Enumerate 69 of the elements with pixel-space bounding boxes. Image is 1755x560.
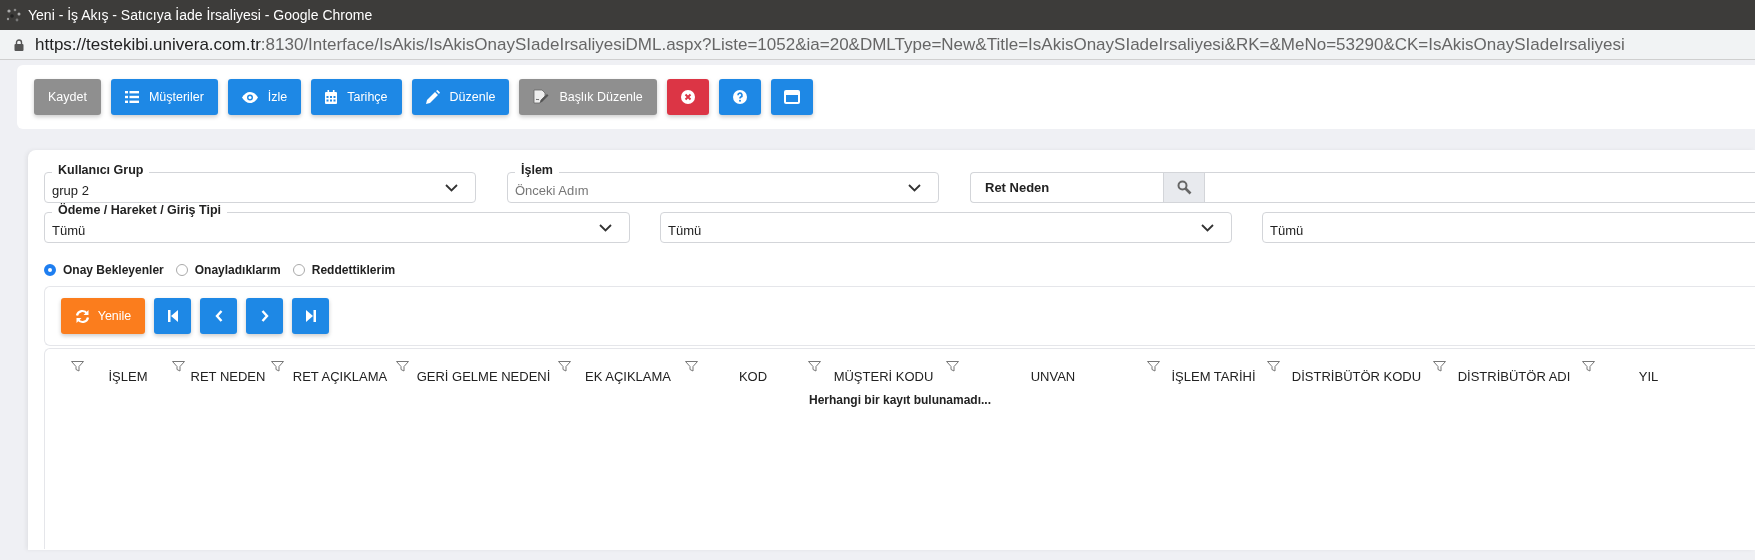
column-header[interactable]: MÜŞTERİ KODU	[821, 369, 946, 384]
search-button[interactable]	[1163, 171, 1205, 203]
calendar-icon	[325, 90, 338, 104]
field-label: Ret Neden	[970, 171, 1163, 203]
pager-button[interactable]	[200, 298, 237, 334]
filter-icon[interactable]	[1267, 361, 1280, 372]
toolbar-button[interactable]	[770, 79, 813, 115]
column-header[interactable]: DİSTRİBÜTÖR KODU	[1280, 369, 1433, 384]
document-edit-icon	[533, 89, 550, 105]
column-header[interactable]: İŞLEM	[84, 369, 172, 384]
column-header[interactable]: İŞLEM TARİHİ	[1160, 369, 1267, 384]
next-icon	[260, 310, 269, 322]
list-icon	[124, 91, 139, 103]
close-icon	[680, 90, 695, 104]
radio-label[interactable]: Reddettiklerim	[311, 263, 396, 277]
radio-label[interactable]: Onay Bekleyenler	[63, 263, 164, 277]
pager-button[interactable]	[292, 298, 329, 334]
column-header[interactable]: UNVAN	[959, 369, 1147, 384]
chevron-down-icon	[908, 183, 921, 192]
refresh-icon	[74, 308, 90, 324]
radio-button[interactable]	[44, 264, 56, 276]
column-header[interactable]: KOD	[698, 369, 808, 384]
filter-icon[interactable]	[946, 361, 959, 372]
dropdown[interactable]: Tümü	[660, 211, 1232, 243]
filter-icon[interactable]	[172, 361, 185, 372]
filter-icon[interactable]	[271, 361, 284, 372]
help-icon	[732, 90, 747, 104]
close-button[interactable]	[666, 79, 709, 115]
toolbar-button[interactable]: İzle	[227, 79, 302, 115]
filter-icon[interactable]	[685, 361, 698, 372]
toolbar-button[interactable]: Düzenle	[411, 79, 510, 115]
radio-label[interactable]: Onayladıklarım	[194, 263, 281, 277]
chevron-down-icon	[599, 223, 612, 232]
help-button[interactable]	[718, 79, 761, 115]
filter-icon[interactable]	[396, 361, 409, 372]
filter-icon[interactable]	[1147, 361, 1160, 372]
last-page-icon	[305, 310, 316, 322]
filter-icon[interactable]	[558, 361, 571, 372]
dropdown[interactable]: Tümü	[1262, 211, 1755, 243]
chevron-down-icon	[445, 183, 458, 192]
filter-icon[interactable]	[808, 361, 821, 372]
chevron-down-icon	[1201, 223, 1214, 232]
column-header[interactable]: GERİ GELME NEDENİ	[409, 369, 558, 384]
toolbar-button[interactable]: Müşteriler	[110, 79, 218, 115]
column-header[interactable]: DİSTRİBÜTÖR ADI	[1446, 369, 1582, 384]
eye-icon	[241, 91, 258, 103]
url-text: https://testekibi.univera.com.tr:8130/Interface/IsAkis/IsAkisOnaySIadeIrsaliyesiDML.aspx?Liste=1052&ia=20&DMLType=New&Title=IsAkisOnaySIadeIrsaliyesi&RK=&MeNo=53290&CK=IsAkisOnaySIadeIrsaliyesi	[35, 34, 1625, 55]
window-title: Yeni - İş Akış - Satıcıya İade İrsaliyesi - Google Chrome	[28, 7, 373, 23]
column-header[interactable]: EK AÇIKLAMA	[571, 369, 685, 384]
app-icon	[6, 8, 22, 22]
field-label: İşlem	[515, 162, 559, 177]
column-header[interactable]: RET AÇIKLAMA	[284, 369, 396, 384]
column-header[interactable]: RET NEDEN	[185, 369, 271, 384]
column-header[interactable]: YIL	[1595, 369, 1702, 384]
previous-icon	[214, 310, 223, 322]
search-icon	[1176, 179, 1192, 195]
window-icon	[783, 90, 800, 104]
pencil-icon	[425, 90, 440, 104]
empty-message: Herhangi bir kayıt bulunamadı...	[807, 393, 992, 407]
field-label: Kullanıcı Grup	[52, 162, 150, 177]
first-page-icon	[167, 310, 178, 322]
pager-button[interactable]	[154, 298, 191, 334]
filter-icon[interactable]	[1433, 361, 1446, 372]
toolbar-button[interactable]: Tarihçe	[311, 79, 402, 115]
input-field[interactable]	[1205, 171, 1755, 203]
filter-icon[interactable]	[1582, 361, 1595, 372]
pager-button[interactable]	[246, 298, 283, 334]
lock-icon	[14, 38, 24, 51]
filter-icon[interactable]	[71, 361, 84, 372]
